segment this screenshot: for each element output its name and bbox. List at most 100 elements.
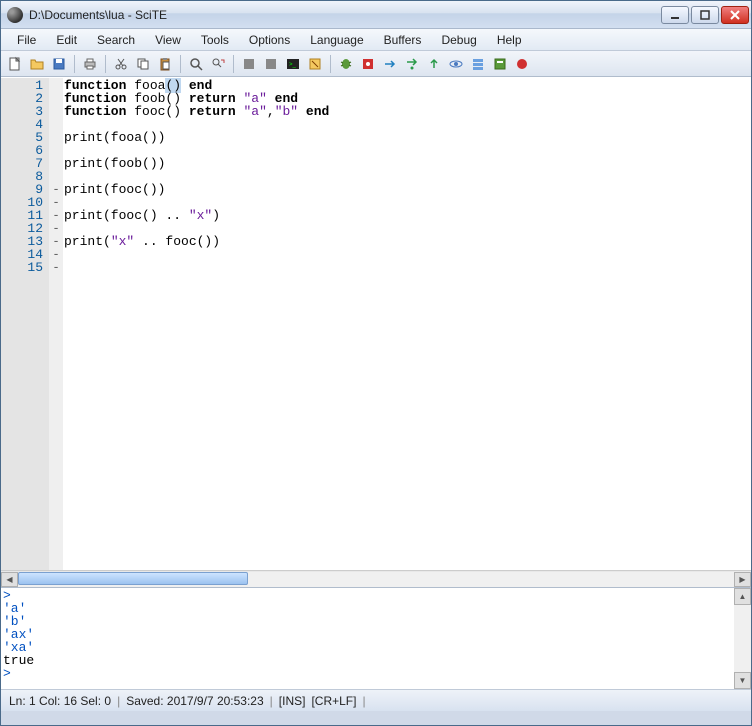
menu-options[interactable]: Options: [239, 31, 300, 49]
console-button[interactable]: >_: [283, 54, 303, 74]
scroll-down-button[interactable]: ▼: [734, 672, 751, 689]
menu-search[interactable]: Search: [87, 31, 145, 49]
open-button[interactable]: [27, 54, 47, 74]
bug-run-icon: [338, 56, 354, 72]
svg-text:>_: >_: [289, 62, 297, 68]
scroll-left-button[interactable]: ◀: [1, 572, 18, 587]
find-button[interactable]: [186, 54, 206, 74]
block-icon: [241, 56, 257, 72]
maximize-icon: [697, 7, 713, 23]
scroll-right-button[interactable]: ▶: [734, 572, 751, 587]
menu-file[interactable]: File: [7, 31, 46, 49]
open-folder-icon: [29, 56, 45, 72]
menu-help[interactable]: Help: [487, 31, 532, 49]
fold-mark[interactable]: [49, 105, 63, 118]
menu-tools[interactable]: Tools: [191, 31, 239, 49]
locals-button[interactable]: [490, 54, 510, 74]
paste-icon: [157, 56, 173, 72]
output-line: 'b': [3, 615, 732, 628]
editor: 1 2 3 4 5 6 7 8 9 10 11 12 13 14 15 -: [1, 77, 751, 587]
status-eol: [CR+LF]: [311, 694, 356, 708]
editor-body: 1 2 3 4 5 6 7 8 9 10 11 12 13 14 15 -: [1, 78, 751, 570]
code-area[interactable]: function fooa() endfunction foob() retur…: [63, 78, 751, 570]
step-into-icon: [404, 56, 420, 72]
menu-language[interactable]: Language: [300, 31, 373, 49]
cut-button[interactable]: [111, 54, 131, 74]
menu-buffers[interactable]: Buffers: [374, 31, 432, 49]
scroll-track[interactable]: [734, 605, 751, 672]
scissors-icon: [113, 56, 129, 72]
status-position: Ln: 1 Col: 16 Sel: 0: [9, 694, 111, 708]
fold-column[interactable]: - - - - - - -: [49, 78, 63, 570]
status-insert-mode: [INS]: [279, 694, 306, 708]
toolbar-separator: [105, 55, 106, 73]
save-button[interactable]: [49, 54, 69, 74]
copy-button[interactable]: [133, 54, 153, 74]
block1-button[interactable]: [239, 54, 259, 74]
block2-button[interactable]: [261, 54, 281, 74]
menu-edit[interactable]: Edit: [46, 31, 87, 49]
fold-mark[interactable]: [49, 79, 63, 92]
fold-mark[interactable]: -: [49, 261, 63, 274]
watch-button[interactable]: [446, 54, 466, 74]
eye-icon: [448, 56, 464, 72]
clear-button[interactable]: [305, 54, 325, 74]
output-area[interactable]: > 'a''b''ax''xa'true>: [1, 588, 734, 689]
minimize-icon: [667, 7, 683, 23]
output-line: 'a': [3, 602, 732, 615]
step-over-icon: [382, 56, 398, 72]
search-replace-icon: [210, 56, 226, 72]
close-button[interactable]: [721, 6, 749, 24]
paste-button[interactable]: [155, 54, 175, 74]
step-out-icon: [426, 56, 442, 72]
scroll-up-button[interactable]: ▲: [734, 588, 751, 605]
clear-icon: [307, 56, 323, 72]
line-gutter[interactable]: 1 2 3 4 5 6 7 8 9 10 11 12 13 14 15: [1, 78, 49, 570]
fold-mark[interactable]: [49, 118, 63, 131]
step-out-button[interactable]: [424, 54, 444, 74]
status-separator: |: [270, 694, 273, 708]
toolbar-separator: [180, 55, 181, 73]
toolbar: >_: [1, 51, 751, 77]
status-bar: Ln: 1 Col: 16 Sel: 0 | Saved: 2017/9/7 2…: [1, 689, 751, 711]
block-icon: [263, 56, 279, 72]
save-icon: [51, 56, 67, 72]
breakpoint-icon: [360, 56, 376, 72]
output-line: 'ax': [3, 628, 732, 641]
output-vscroll[interactable]: ▲ ▼: [734, 588, 751, 689]
stop-button[interactable]: [512, 54, 532, 74]
new-button[interactable]: [5, 54, 25, 74]
menu-bar: File Edit Search View Tools Options Lang…: [1, 29, 751, 51]
step-over-button[interactable]: [380, 54, 400, 74]
output-pane: > 'a''b''ax''xa'true> ▲ ▼: [1, 587, 751, 689]
app-icon: [7, 7, 23, 23]
fold-mark[interactable]: [49, 144, 63, 157]
toggle-bp-button[interactable]: [358, 54, 378, 74]
print-button[interactable]: [80, 54, 100, 74]
stop-icon: [514, 56, 530, 72]
window-title: D:\Documents\lua - SciTE: [29, 8, 661, 22]
printer-icon: [82, 56, 98, 72]
fold-mark[interactable]: [49, 92, 63, 105]
minimize-button[interactable]: [661, 6, 689, 24]
scroll-thumb[interactable]: [18, 572, 248, 585]
close-icon: [727, 7, 743, 23]
output-line: true: [3, 654, 732, 667]
search-icon: [188, 56, 204, 72]
locals-icon: [492, 56, 508, 72]
menu-view[interactable]: View: [145, 31, 191, 49]
toolbar-separator: [74, 55, 75, 73]
status-saved: Saved: 2017/9/7 20:53:23: [126, 694, 263, 708]
run-button[interactable]: [336, 54, 356, 74]
step-into-button[interactable]: [402, 54, 422, 74]
maximize-button[interactable]: [691, 6, 719, 24]
editor-hscroll[interactable]: ◀ ▶: [1, 570, 751, 587]
scroll-track[interactable]: [18, 572, 734, 587]
fold-mark[interactable]: [49, 131, 63, 144]
menu-debug[interactable]: Debug: [431, 31, 486, 49]
new-file-icon: [7, 56, 23, 72]
stack-button[interactable]: [468, 54, 488, 74]
line-number: 15: [1, 261, 43, 274]
replace-button[interactable]: [208, 54, 228, 74]
fold-mark[interactable]: [49, 157, 63, 170]
